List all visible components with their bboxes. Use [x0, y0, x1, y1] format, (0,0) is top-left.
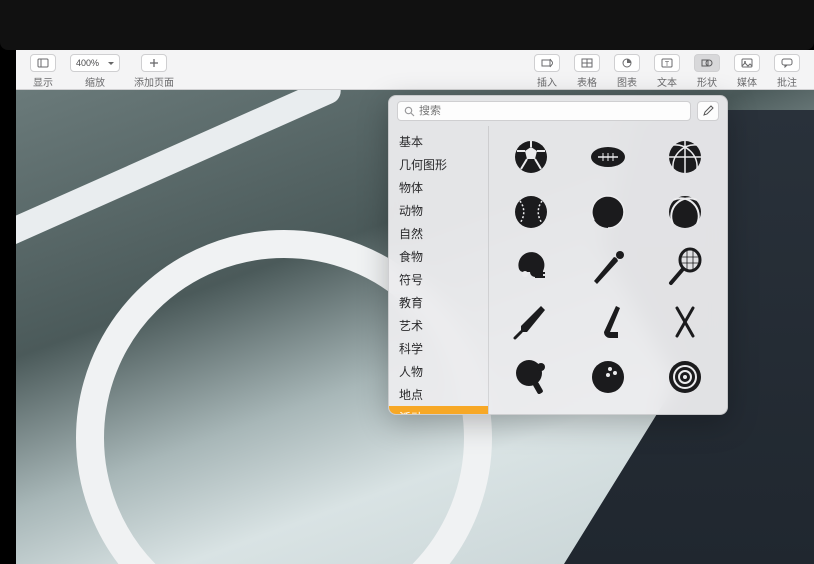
- zoom-group: 400% 缩放: [64, 54, 126, 89]
- chart-label: 图表: [617, 74, 637, 89]
- shapes-grid-scroll[interactable]: [489, 126, 727, 414]
- pencil-icon: [702, 105, 714, 117]
- american-football-shape[interactable]: [578, 134, 638, 179]
- shape-button[interactable]: [694, 54, 720, 72]
- view-group: 显示: [24, 54, 62, 89]
- baseball-bat-shape[interactable]: [578, 244, 638, 289]
- category-item[interactable]: 自然: [389, 222, 488, 245]
- football-helmet-shape[interactable]: [501, 244, 561, 289]
- view-button[interactable]: [30, 54, 56, 72]
- category-item[interactable]: 人物: [389, 360, 488, 383]
- bicycle-shape[interactable]: [578, 409, 638, 414]
- category-item[interactable]: 科学: [389, 337, 488, 360]
- text-label: 文本: [657, 74, 677, 89]
- dartboard-shape[interactable]: [655, 354, 715, 399]
- category-item[interactable]: 符号: [389, 268, 488, 291]
- insert-label: 插入: [537, 74, 557, 89]
- zoom-label: 缩放: [85, 74, 105, 89]
- category-item[interactable]: 艺术: [389, 314, 488, 337]
- bicycle-shape[interactable]: [501, 409, 561, 414]
- category-item[interactable]: 几何图形: [389, 153, 488, 176]
- category-item[interactable]: 教育: [389, 291, 488, 314]
- svg-text:T: T: [665, 61, 670, 68]
- search-input[interactable]: [419, 105, 684, 117]
- chart-button[interactable]: [614, 54, 640, 72]
- shape-label: 形状: [697, 74, 717, 89]
- comment-label: 批注: [777, 74, 797, 89]
- bowling-ball-shape[interactable]: [578, 354, 638, 399]
- popover-header: [389, 96, 727, 126]
- category-item[interactable]: 活动: [389, 406, 488, 414]
- category-item[interactable]: 物体: [389, 176, 488, 199]
- laptop-bezel: [0, 0, 814, 50]
- table-label: 表格: [577, 74, 597, 89]
- ski-poles-shape[interactable]: [655, 299, 715, 344]
- text-button[interactable]: T: [654, 54, 680, 72]
- cricket-bat-shape[interactable]: [501, 299, 561, 344]
- soccer-ball-shape[interactable]: [501, 134, 561, 179]
- shapes-grid: [497, 134, 719, 414]
- media-label: 媒体: [737, 74, 757, 89]
- media-button[interactable]: [734, 54, 760, 72]
- add-page-button[interactable]: [141, 54, 167, 72]
- shapes-popover: 基本几何图形物体动物自然食物符号教育艺术科学人物地点活动: [388, 95, 728, 415]
- basketball-shape[interactable]: [655, 134, 715, 179]
- comment-button[interactable]: [774, 54, 800, 72]
- search-icon: [404, 106, 415, 117]
- tennis-ball-shape[interactable]: [655, 189, 715, 234]
- category-item[interactable]: 基本: [389, 130, 488, 153]
- table-button[interactable]: [574, 54, 600, 72]
- category-item[interactable]: 食物: [389, 245, 488, 268]
- baseball-shape[interactable]: [501, 189, 561, 234]
- category-list[interactable]: 基本几何图形物体动物自然食物符号教育艺术科学人物地点活动: [389, 126, 489, 414]
- add-page-label: 添加页面: [134, 74, 174, 89]
- volleyball-shape[interactable]: [578, 189, 638, 234]
- category-item[interactable]: 动物: [389, 199, 488, 222]
- shape-shape[interactable]: [655, 409, 715, 414]
- zoom-value: 400%: [76, 58, 99, 68]
- insert-button[interactable]: [534, 54, 560, 72]
- edit-shapes-button[interactable]: [697, 101, 719, 121]
- zoom-control[interactable]: 400%: [70, 54, 120, 72]
- category-item[interactable]: 地点: [389, 383, 488, 406]
- add-page-group: 添加页面: [128, 54, 180, 89]
- app-window: 显示 400% 缩放 添加页面 插入 表格 图表 T 文本 形状: [16, 50, 814, 564]
- view-label: 显示: [33, 74, 53, 89]
- hockey-stick-shape[interactable]: [578, 299, 638, 344]
- tennis-racket-shape[interactable]: [655, 244, 715, 289]
- toolbar: 显示 400% 缩放 添加页面 插入 表格 图表 T 文本 形状: [16, 50, 814, 90]
- ping-pong-paddle-shape[interactable]: [501, 354, 561, 399]
- search-field[interactable]: [397, 101, 691, 121]
- chevron-down-icon: [108, 58, 114, 68]
